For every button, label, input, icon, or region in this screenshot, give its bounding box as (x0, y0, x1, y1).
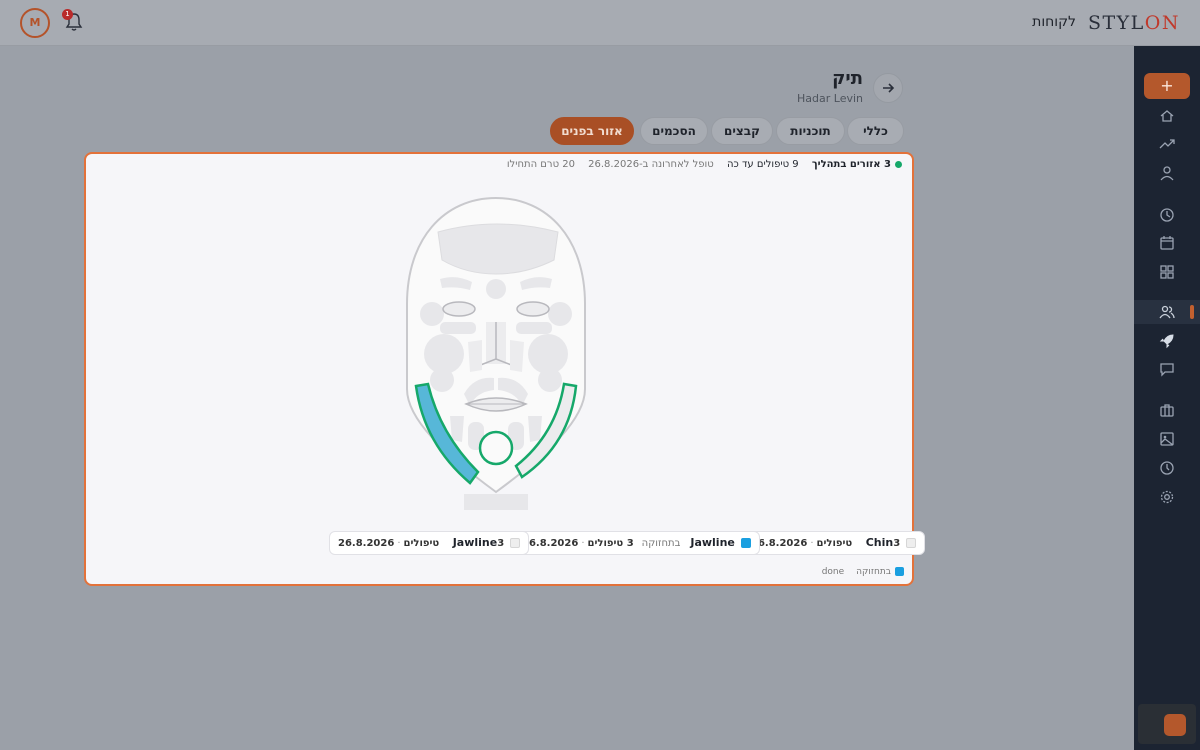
zone-tag-jawline-maintenance[interactable]: Jawlineבתחזוקה3 טיפולים·26.8.2026 (513, 531, 760, 555)
notification-badge: 1 (62, 9, 73, 20)
zone-checkbox[interactable] (740, 538, 751, 548)
face-zone-card: 3 אזורים בתהליך 9 טיפולים עד כה טופל לאח… (84, 152, 926, 586)
active-indicator (1190, 305, 1194, 319)
brand-logo[interactable]: STYLON (1088, 12, 1180, 34)
add-button[interactable]: + (1144, 73, 1190, 99)
user-icon[interactable] (1159, 165, 1175, 181)
tab-agreements[interactable]: הסכמים (640, 117, 708, 145)
status-dot (895, 160, 902, 168)
legend-maintenance: בתחזוקה (856, 567, 891, 577)
zone-tag-chin[interactable]: Chin3 טיפולים·26.8.2026 (742, 531, 926, 555)
last-treated: טופל לאחרונה ב-26.8.2026 (588, 159, 714, 170)
page-title: תיק (832, 68, 863, 89)
grid-icon[interactable] (1159, 264, 1175, 280)
home-icon[interactable] (1159, 108, 1175, 124)
tab-plans[interactable]: תוכניות (776, 117, 845, 145)
calendar-icon[interactable] (1159, 235, 1175, 251)
tab-face-zone[interactable]: אזור בפנים (550, 117, 634, 145)
rocket-icon[interactable] (1159, 333, 1175, 349)
arrow-right-icon (883, 83, 895, 93)
briefcase-icon[interactable] (1159, 402, 1175, 418)
treatments-so-far: 9 טיפולים עד כה (726, 159, 799, 170)
back-button[interactable] (873, 73, 903, 103)
top-bar: STYLON לקוחות M 1 (0, 0, 1200, 46)
zone-chin (478, 430, 514, 466)
legend: בתחזוקה done (822, 567, 904, 577)
summary-stats: 3 אזורים בתהליך 9 טיפולים עד כה טופל לאח… (497, 159, 902, 170)
image-icon[interactable] (1159, 431, 1175, 447)
face-map[interactable] (404, 194, 588, 512)
not-started: 20 טרם התחילו (506, 159, 575, 170)
history-icon[interactable] (1159, 460, 1175, 476)
legend-done: done (821, 567, 845, 577)
sidebar: + (1134, 46, 1200, 750)
legend-swatch-maintenance (895, 567, 904, 576)
nav-title: לקוחות (1032, 14, 1076, 30)
client-name: Hadar Levin (797, 92, 863, 105)
zones-in-progress: 3 אזורים בתהליך (812, 159, 902, 170)
zone-checkbox[interactable] (906, 538, 917, 548)
clock-icon[interactable] (1159, 207, 1175, 223)
app-switch-button[interactable] (1164, 714, 1186, 736)
tab-files[interactable]: קבצים (711, 117, 773, 145)
tab-general[interactable]: כללי (847, 117, 904, 145)
chat-icon[interactable] (1159, 361, 1175, 377)
settings-icon[interactable] (1159, 489, 1175, 505)
sidebar-footer (1138, 704, 1196, 744)
zone-tag-jawline[interactable]: Jawline3 טיפולים·26.8.2026 (329, 531, 530, 555)
trending-icon[interactable] (1159, 136, 1175, 152)
zone-checkbox[interactable] (510, 538, 521, 548)
avatar[interactable]: M (20, 8, 50, 38)
users-icon[interactable] (1159, 304, 1175, 320)
